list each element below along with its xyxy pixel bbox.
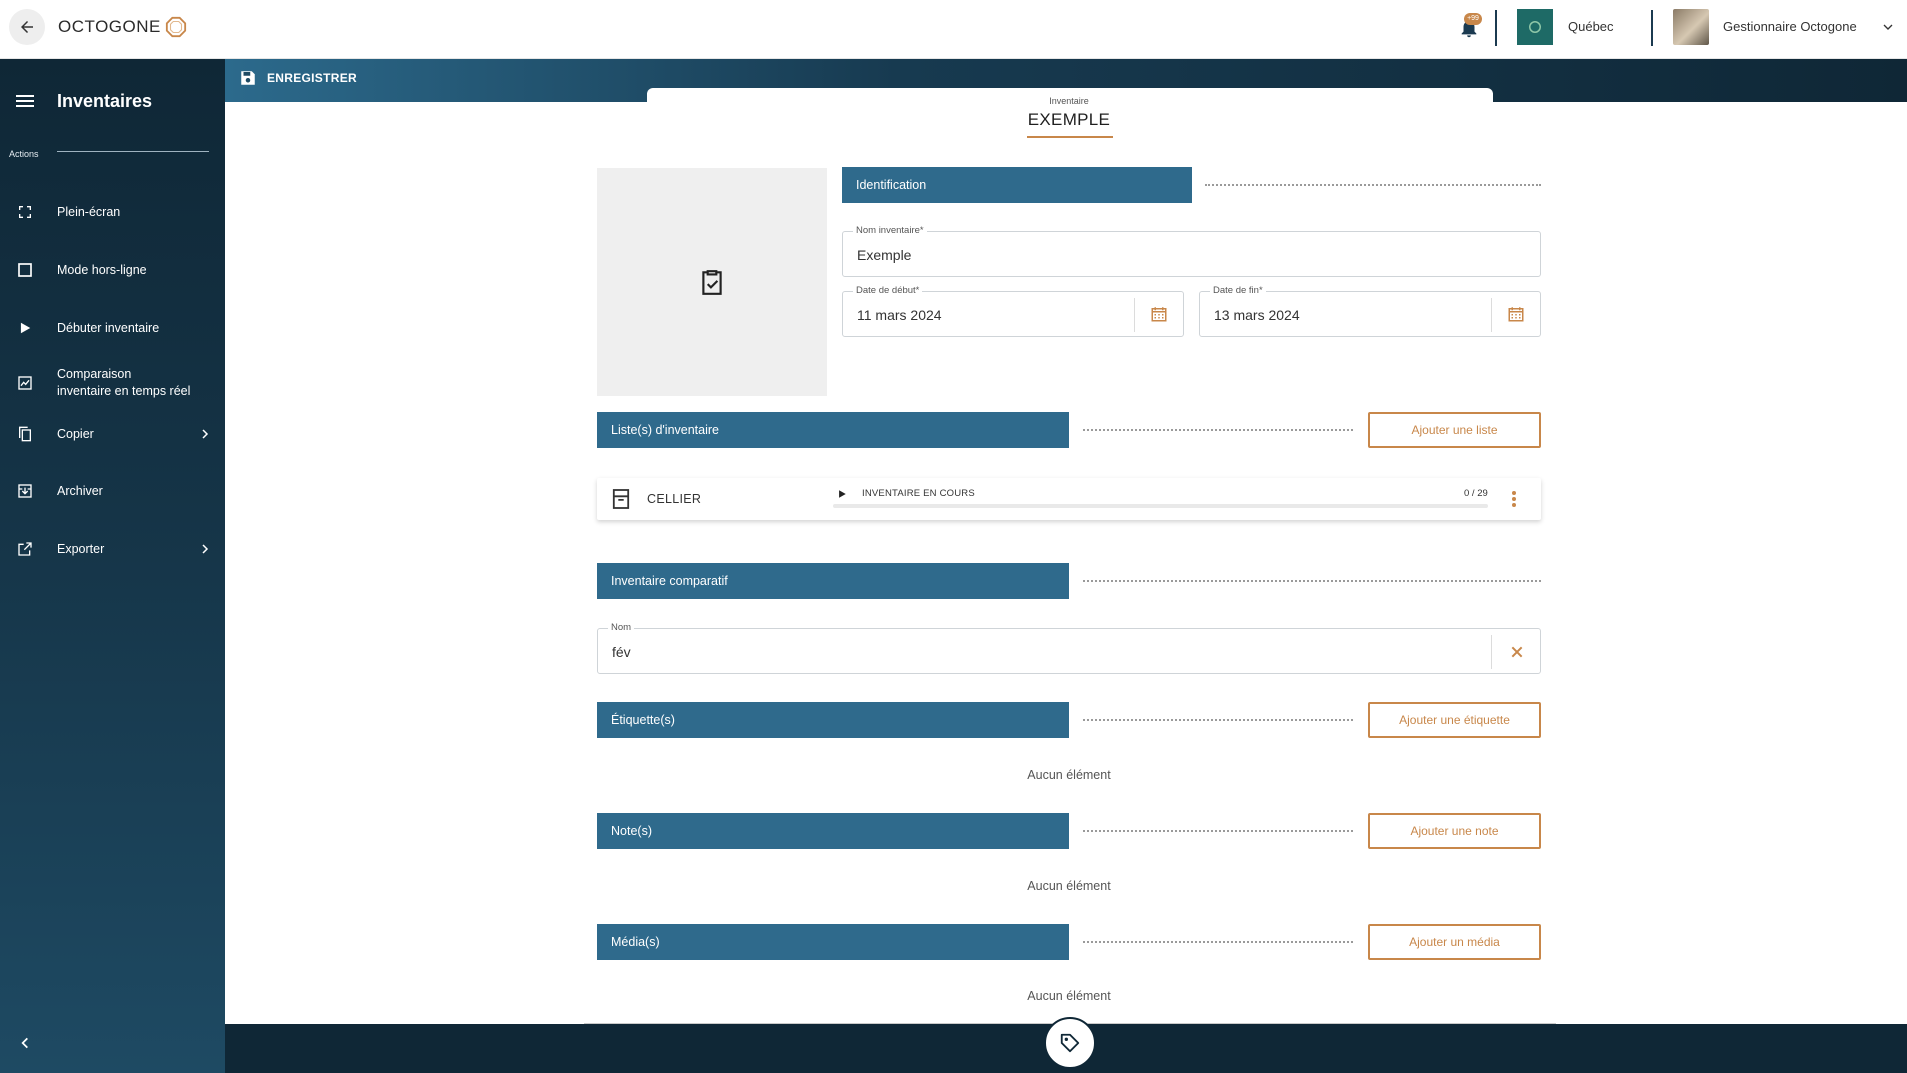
copy-icon — [16, 425, 34, 443]
section-identification: Identification — [842, 167, 1192, 203]
tag-button[interactable] — [1044, 1017, 1096, 1069]
sidebar-item-offline-mode[interactable]: Mode hors-ligne — [0, 260, 225, 280]
user-name[interactable]: Gestionnaire Octogone — [1723, 19, 1857, 34]
top-bar: OCTOGONE +99 Québec Gestionnaire Octogon… — [0, 0, 1907, 59]
inventory-image-placeholder[interactable] — [597, 168, 827, 396]
field-label: Nom inventaire* — [853, 225, 927, 236]
dotted-divider — [1083, 580, 1541, 582]
comparative-name-input[interactable]: fév — [612, 644, 631, 660]
list-count: 0 / 29 — [1464, 488, 1488, 499]
end-date-input[interactable]: 13 mars 2024 — [1214, 307, 1300, 323]
tag-icon — [1060, 1033, 1080, 1053]
inventory-name-field[interactable]: Nom inventaire* Exemple — [842, 225, 1541, 277]
play-icon[interactable] — [837, 489, 847, 499]
list-status: INVENTAIRE EN COURS — [862, 488, 975, 499]
more-vertical-icon[interactable] — [1511, 490, 1517, 508]
sidebar-item-label: Archiver — [57, 483, 103, 498]
dotted-divider — [1083, 719, 1353, 721]
chevron-left-icon[interactable] — [18, 1036, 32, 1050]
save-label: ENREGISTRER — [267, 71, 357, 85]
app-logo[interactable]: OCTOGONE — [58, 16, 187, 38]
cellar-icon — [612, 489, 630, 509]
export-icon — [16, 540, 34, 558]
sidebar-item-label: Comparaison inventaire en temps réel — [57, 367, 191, 398]
section-notes: Note(s) — [597, 813, 1069, 849]
close-icon[interactable] — [1509, 644, 1525, 660]
notification-badge: +99 — [1464, 13, 1482, 25]
page-subtitle: Inventaire — [1049, 96, 1089, 106]
save-icon — [241, 71, 255, 85]
field-label: Date de début* — [853, 285, 923, 296]
section-comparative-inventory: Inventaire comparatif — [597, 563, 1069, 599]
sidebar-item-label: Débuter inventaire — [57, 320, 160, 335]
field-label: Date de fin* — [1210, 285, 1266, 296]
sidebar: Inventaires Actions Plein-écran Mode hor… — [0, 59, 225, 1073]
archive-icon — [16, 482, 34, 500]
sidebar-item-copy[interactable]: Copier — [0, 424, 225, 444]
dotted-divider — [1083, 941, 1353, 943]
add-tag-button[interactable]: Ajouter une étiquette — [1368, 702, 1541, 738]
sidebar-item-export[interactable]: Exporter — [0, 539, 225, 559]
start-date-field[interactable]: Date de début* 11 mars 2024 — [842, 285, 1184, 337]
inventory-name-input[interactable]: Exemple — [857, 247, 911, 263]
sidebar-item-label: Exporter — [57, 541, 105, 556]
divider — [1495, 10, 1497, 46]
octagon-logo-icon — [165, 16, 186, 38]
divider — [1134, 298, 1135, 332]
section-media: Média(s) — [597, 924, 1069, 960]
dotted-divider — [1205, 184, 1541, 186]
calendar-icon[interactable] — [1507, 305, 1525, 323]
back-button[interactable] — [9, 9, 45, 45]
list-name: CELLIER — [647, 492, 702, 506]
sidebar-item-label: Mode hors-ligne — [57, 262, 147, 277]
start-date-input[interactable]: 11 mars 2024 — [857, 307, 942, 323]
divider — [1651, 10, 1653, 46]
actions-label: Actions — [9, 149, 39, 159]
media-empty-state: Aucun élément — [1027, 989, 1111, 1003]
region-logo[interactable] — [1517, 9, 1553, 45]
divider — [1491, 298, 1492, 332]
add-list-button[interactable]: Ajouter une liste — [1368, 412, 1541, 448]
section-tags: Étiquette(s) — [597, 702, 1069, 738]
sidebar-item-label: Plein-écran — [57, 204, 121, 219]
app-name: OCTOGONE — [58, 17, 161, 36]
notes-empty-state: Aucun élément — [1027, 879, 1111, 893]
title-underline — [1027, 136, 1113, 138]
dotted-divider — [1083, 429, 1353, 431]
sidebar-item-label: Copier — [57, 426, 94, 441]
chart-icon — [16, 374, 34, 392]
avatar[interactable] — [1673, 9, 1709, 45]
arrow-left-icon — [21, 21, 33, 33]
chevron-right-icon — [202, 544, 209, 554]
fullscreen-icon — [16, 203, 34, 221]
sidebar-item-realtime-comparison[interactable]: Comparaison inventaire en temps réel — [0, 366, 225, 400]
region-name[interactable]: Québec — [1568, 19, 1614, 34]
divider — [57, 151, 209, 152]
dotted-divider — [1083, 830, 1353, 832]
checkbox-icon — [16, 261, 34, 279]
octagon-logo-icon — [1529, 21, 1541, 33]
clipboard-check-icon — [702, 270, 722, 295]
end-date-field[interactable]: Date de fin* 13 mars 2024 — [1199, 285, 1541, 337]
save-button[interactable]: ENREGISTRER — [239, 69, 357, 87]
comparative-name-field[interactable]: Nom fév — [597, 622, 1541, 674]
chevron-right-icon — [202, 429, 209, 439]
play-icon — [16, 319, 34, 337]
sidebar-item-start-inventory[interactable]: Débuter inventaire — [0, 318, 225, 338]
add-note-button[interactable]: Ajouter une note — [1368, 813, 1541, 849]
add-media-button[interactable]: Ajouter un média — [1368, 924, 1541, 960]
chevron-down-icon[interactable] — [1880, 19, 1896, 35]
sidebar-item-archive[interactable]: Archiver — [0, 481, 225, 501]
sidebar-item-fullscreen[interactable]: Plein-écran — [0, 202, 225, 222]
list-progress-bar — [833, 504, 1488, 508]
calendar-icon[interactable] — [1150, 305, 1168, 323]
list-item[interactable]: CELLIER INVENTAIRE EN COURS 0 / 29 — [597, 478, 1541, 520]
divider — [1491, 635, 1492, 669]
tags-empty-state: Aucun élément — [1027, 768, 1111, 782]
section-inventory-lists: Liste(s) d'inventaire — [597, 412, 1069, 448]
page-title: EXEMPLE — [1027, 110, 1111, 129]
field-label: Nom — [608, 622, 635, 633]
